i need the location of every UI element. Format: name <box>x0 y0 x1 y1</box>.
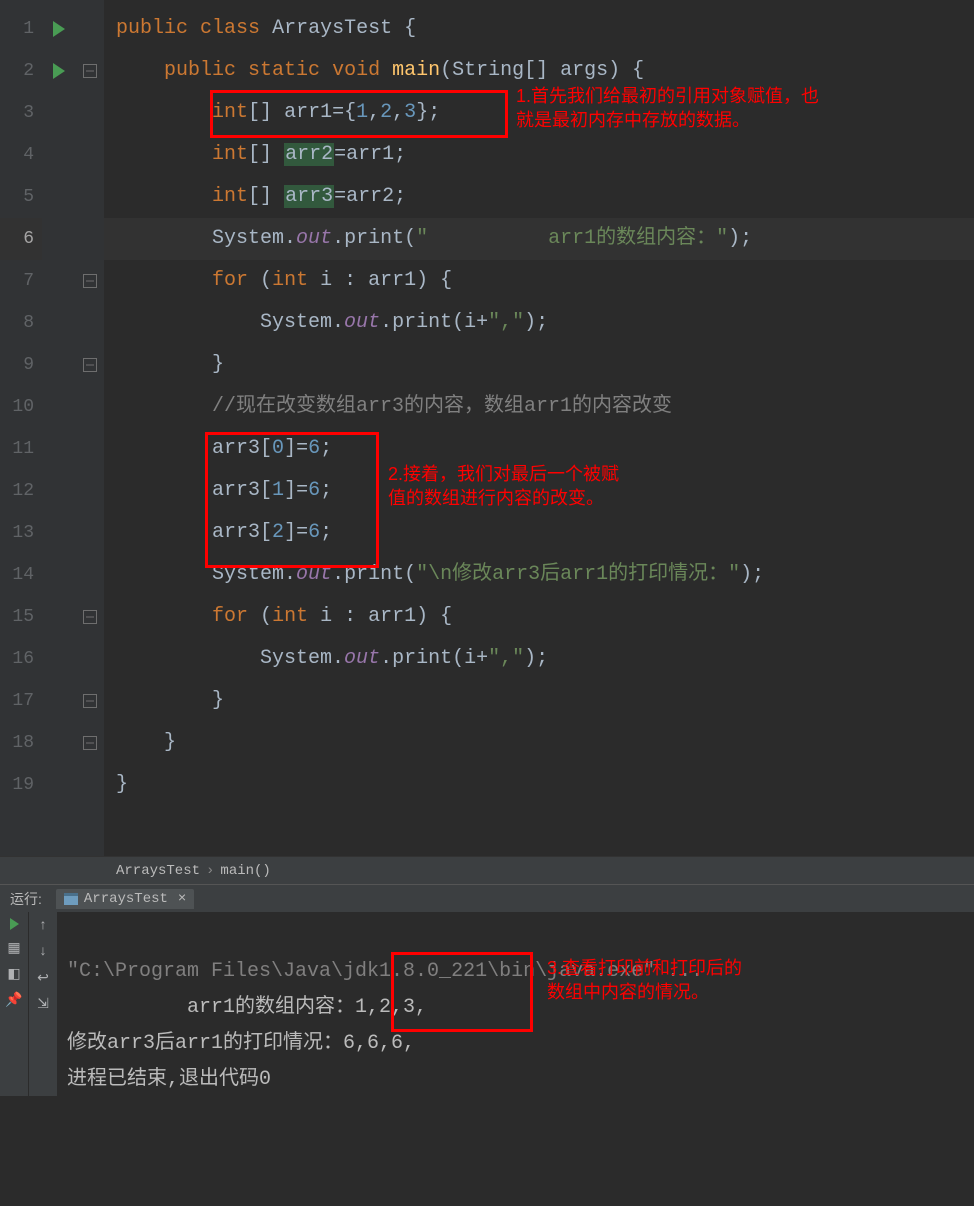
fold-toggle-icon[interactable] <box>83 274 97 288</box>
console-output[interactable]: "C:\Program Files\Java\jdk1.8.0_221\bin\… <box>57 912 974 1096</box>
line-number: 10 <box>0 386 42 428</box>
run-line-icon[interactable] <box>53 63 65 79</box>
tool-icon[interactable]: ◧ <box>6 966 22 982</box>
line-number: 2 <box>0 50 42 92</box>
line-number: 15 <box>0 596 42 638</box>
code-area[interactable]: public class ArraysTest { public static … <box>104 0 974 856</box>
code-line: public static void main(String[] args) { <box>104 50 974 92</box>
code-line: System.out.print(" arr1的数组内容："); <box>104 218 974 260</box>
run-line-icon[interactable] <box>53 21 65 37</box>
line-number: 16 <box>0 638 42 680</box>
code-line: } <box>104 722 974 764</box>
fold-toggle-icon[interactable] <box>83 358 97 372</box>
run-tab-label: ArraysTest <box>84 891 168 907</box>
breadcrumbs: ArraysTest › main() <box>0 856 974 884</box>
code-line: int[] arr2=arr1; <box>104 134 974 176</box>
line-number: 11 <box>0 428 42 470</box>
gutter-markers <box>42 0 76 856</box>
line-number: 5 <box>0 176 42 218</box>
tool-icon[interactable]: ▦ <box>6 940 22 956</box>
console-line: arr1的数组内容：1,2,3, <box>67 996 427 1019</box>
arrow-down-icon[interactable]: ↓ <box>35 944 51 960</box>
arrow-up-icon[interactable]: ↑ <box>35 918 51 934</box>
code-line: arr3[2]=6; <box>104 512 974 554</box>
line-number: 17 <box>0 680 42 722</box>
console-icon <box>64 893 78 905</box>
fold-toggle-icon[interactable] <box>83 610 97 624</box>
run-icon[interactable] <box>10 918 19 930</box>
line-number: 14 <box>0 554 42 596</box>
code-line: for (int i : arr1) { <box>104 260 974 302</box>
breadcrumb-item[interactable]: ArraysTest <box>110 863 206 879</box>
code-line: } <box>104 764 974 806</box>
run-label: 运行: <box>0 889 52 909</box>
code-line: int[] arr3=arr2; <box>104 176 974 218</box>
breadcrumb-item[interactable]: main() <box>214 863 276 879</box>
code-line: int[] arr1={1,2,3}; <box>104 92 974 134</box>
code-editor[interactable]: 1 2 3 4 5 6 7 8 9 10 11 12 13 14 15 16 1… <box>0 0 974 856</box>
console-line: "C:\Program Files\Java\jdk1.8.0_221\bin\… <box>67 960 703 983</box>
scroll-icon[interactable]: ⇲ <box>35 996 51 1012</box>
line-number: 7 <box>0 260 42 302</box>
code-line: for (int i : arr1) { <box>104 596 974 638</box>
chevron-right-icon: › <box>206 863 214 879</box>
line-number: 9 <box>0 344 42 386</box>
console-line: 进程已结束,退出代码0 <box>67 1068 271 1091</box>
line-number: 4 <box>0 134 42 176</box>
line-number: 12 <box>0 470 42 512</box>
line-number-gutter: 1 2 3 4 5 6 7 8 9 10 11 12 13 14 15 16 1… <box>0 0 42 856</box>
code-line: //现在改变数组arr3的内容，数组arr1的内容改变 <box>104 386 974 428</box>
line-number: 3 <box>0 92 42 134</box>
fold-toggle-icon[interactable] <box>83 64 97 78</box>
wrap-icon[interactable]: ↩ <box>35 970 51 986</box>
code-line: System.out.print(i+","); <box>104 302 974 344</box>
code-line: System.out.print("\n修改arr3后arr1的打印情况："); <box>104 554 974 596</box>
code-line: arr3[1]=6; <box>104 470 974 512</box>
line-number: 6 <box>0 218 42 260</box>
fold-toggle-icon[interactable] <box>83 694 97 708</box>
code-line: } <box>104 680 974 722</box>
pin-icon[interactable]: 📌 <box>6 992 22 1008</box>
run-tool-header: 运行: ArraysTest × <box>0 884 974 912</box>
line-number: 8 <box>0 302 42 344</box>
run-tab[interactable]: ArraysTest × <box>56 889 194 909</box>
line-number: 13 <box>0 512 42 554</box>
code-line: arr3[0]=6; <box>104 428 974 470</box>
code-line: System.out.print(i+","); <box>104 638 974 680</box>
line-number: 18 <box>0 722 42 764</box>
close-icon[interactable]: × <box>178 891 186 907</box>
fold-toggle-icon[interactable] <box>83 736 97 750</box>
line-number: 1 <box>0 8 42 50</box>
run-toolbar-left: ▦ ◧ 📌 <box>0 912 28 1096</box>
console-line: 修改arr3后arr1的打印情况：6,6,6, <box>67 1032 415 1055</box>
line-number: 19 <box>0 764 42 806</box>
code-line: } <box>104 344 974 386</box>
console-panel: ▦ ◧ 📌 ↑ ↓ ↩ ⇲ "C:\Program Files\Java\jdk… <box>0 912 974 1096</box>
fold-gutter <box>76 0 104 856</box>
code-line: public class ArraysTest { <box>104 8 974 50</box>
run-toolbar-inner: ↑ ↓ ↩ ⇲ <box>28 912 57 1096</box>
